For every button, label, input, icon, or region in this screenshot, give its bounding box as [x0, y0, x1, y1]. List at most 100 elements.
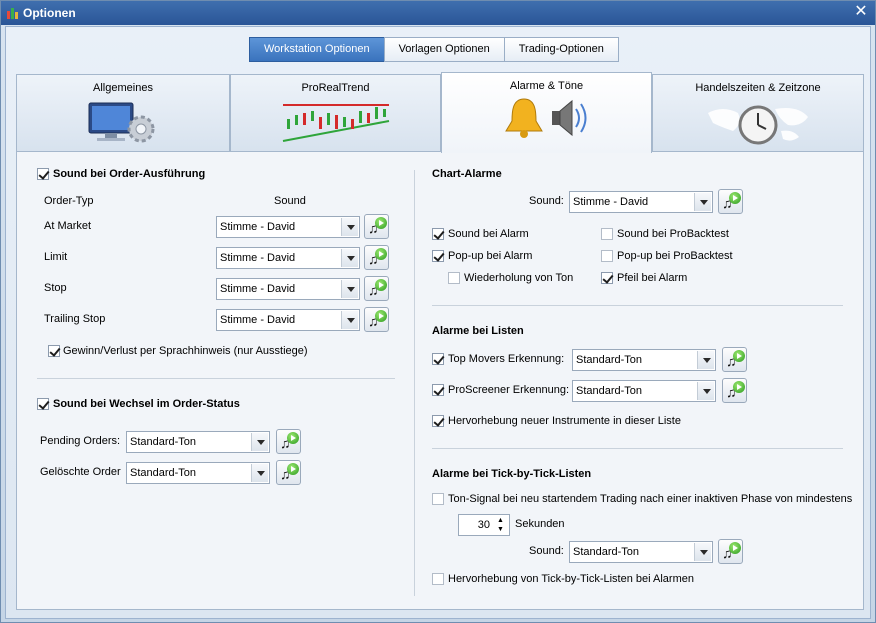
- divider: [432, 448, 843, 449]
- category-tabs: Allgemeines ProRealTrend Alarme & Töne H…: [16, 72, 864, 153]
- select-value: Stimme - David: [220, 314, 296, 326]
- tick-signal-checkbox[interactable]: [432, 493, 444, 505]
- title-bar: Optionen ✕: [1, 1, 875, 25]
- bell-speaker-icon: [504, 98, 586, 138]
- proscreener-label: ProScreener Erkennung:: [448, 384, 570, 396]
- play-sound-button[interactable]: ♫: [722, 378, 747, 403]
- seconds-label: Sekunden: [515, 518, 565, 530]
- stepper-down-icon[interactable]: ▼: [493, 525, 508, 534]
- tab-alarms-label: Alarme & Töne: [509, 80, 584, 92]
- select-value: Standard-Ton: [576, 354, 643, 366]
- sound-on-backtest-checkbox[interactable]: [601, 228, 613, 240]
- column-divider: [414, 170, 415, 596]
- chevron-down-icon: [694, 193, 711, 211]
- highlight-new-instruments-checkbox[interactable]: [432, 415, 444, 427]
- proscreener-sound-select[interactable]: Standard-Ton: [572, 380, 716, 402]
- top-movers-checkbox[interactable]: [432, 353, 444, 365]
- play-icon: [287, 463, 299, 475]
- chevron-down-icon: [341, 311, 358, 329]
- play-icon: [733, 381, 745, 393]
- chevron-down-icon: [697, 351, 714, 369]
- trend-chart-icon: [282, 104, 389, 142]
- chevron-down-icon: [341, 280, 358, 298]
- select-value: Stimme - David: [220, 283, 296, 295]
- tab-general[interactable]: Allgemeines: [16, 74, 230, 152]
- gain-loss-voice-checkbox[interactable]: [48, 345, 60, 357]
- tab-prorealtrend-label: ProRealTrend: [301, 82, 370, 94]
- top-movers-sound-select[interactable]: Standard-Ton: [572, 349, 716, 371]
- stop-sound-select[interactable]: Stimme - David: [216, 278, 360, 300]
- tab-general-label: Allgemeines: [93, 82, 153, 94]
- play-sound-button[interactable]: ♫: [722, 347, 747, 372]
- highlight-tick-lists-label: Hervorhebung von Tick-by-Tick-Listen bei…: [448, 573, 694, 585]
- arrow-on-alarm-label: Pfeil bei Alarm: [617, 272, 688, 284]
- seconds-stepper[interactable]: 30 ▲ ▼: [458, 514, 510, 536]
- tick-sound-select[interactable]: Standard-Ton: [569, 541, 713, 563]
- limit-label: Limit: [44, 251, 68, 263]
- at-market-label: At Market: [44, 220, 92, 232]
- window-title: Optionen: [23, 6, 76, 20]
- repeat-sound-label: Wiederholung von Ton: [464, 272, 574, 284]
- play-sound-button[interactable]: ♫: [718, 539, 743, 564]
- stepper-up-icon[interactable]: ▲: [493, 516, 508, 525]
- tick-sound-label: Sound:: [529, 545, 564, 557]
- popup-on-alarm-checkbox[interactable]: [432, 250, 444, 262]
- tab-trading-options[interactable]: Trading-Optionen: [503, 37, 619, 62]
- tab-workstation-options[interactable]: Workstation Optionen: [249, 37, 385, 62]
- limit-sound-select[interactable]: Stimme - David: [216, 247, 360, 269]
- repeat-sound-checkbox[interactable]: [448, 272, 460, 284]
- select-value: Stimme - David: [220, 221, 296, 233]
- chevron-down-icon: [251, 433, 268, 451]
- tab-prorealtrend[interactable]: ProRealTrend: [230, 74, 441, 152]
- popup-on-backtest-checkbox[interactable]: [601, 250, 613, 262]
- play-sound-button[interactable]: ♫: [276, 460, 301, 485]
- alarms-panel: Sound bei Order-Ausführung Order-Typ Sou…: [16, 151, 864, 610]
- play-sound-button[interactable]: ♫: [364, 245, 389, 270]
- order-type-column-header: Order-Typ: [44, 195, 94, 207]
- play-sound-button[interactable]: ♫: [364, 214, 389, 239]
- order-exec-sound-checkbox[interactable]: [37, 168, 49, 180]
- tab-trading-hours[interactable]: Handelszeiten & Zeitzone: [652, 74, 864, 152]
- play-sound-button[interactable]: ♫: [364, 307, 389, 332]
- play-icon: [375, 279, 387, 291]
- deleted-order-label: Gelöschte Order: [40, 466, 121, 478]
- arrow-on-alarm-checkbox[interactable]: [601, 272, 613, 284]
- select-value: Standard-Ton: [130, 467, 197, 479]
- proscreener-checkbox[interactable]: [432, 384, 444, 396]
- select-value: Stimme - David: [573, 196, 649, 208]
- trailing-stop-label: Trailing Stop: [44, 313, 106, 325]
- play-sound-button[interactable]: ♫: [718, 189, 743, 214]
- select-value: Standard-Ton: [573, 546, 640, 558]
- close-icon[interactable]: ✕: [853, 4, 869, 20]
- stop-label: Stop: [44, 282, 67, 294]
- tab-template-options[interactable]: Vorlagen Optionen: [383, 37, 505, 62]
- options-window: Optionen ✕ Workstation Optionen Vorlagen…: [0, 0, 876, 623]
- tick-signal-label: Ton-Signal bei neu startendem Trading na…: [448, 493, 853, 505]
- highlight-new-instruments-label: Hervorhebung neuer Instrumente in dieser…: [448, 415, 681, 427]
- pending-orders-sound-select[interactable]: Standard-Ton: [126, 431, 270, 453]
- select-value: Standard-Ton: [130, 436, 197, 448]
- tick-alarms-heading: Alarme bei Tick-by-Tick-Listen: [432, 468, 592, 480]
- play-icon: [287, 432, 299, 444]
- trailing-stop-sound-select[interactable]: Stimme - David: [216, 309, 360, 331]
- divider: [37, 378, 395, 379]
- monitor-gear-icon: [88, 102, 155, 143]
- sound-on-alarm-checkbox[interactable]: [432, 228, 444, 240]
- at-market-sound-select[interactable]: Stimme - David: [216, 216, 360, 238]
- play-sound-button[interactable]: ♫: [276, 429, 301, 454]
- popup-on-alarm-label: Pop-up bei Alarm: [448, 250, 533, 262]
- play-icon: [729, 542, 741, 554]
- order-exec-heading: Sound bei Order-Ausführung: [53, 168, 206, 180]
- divider: [432, 305, 843, 306]
- play-sound-button[interactable]: ♫: [364, 276, 389, 301]
- gain-loss-voice-label: Gewinn/Verlust per Sprachhinweis (nur Au…: [63, 345, 308, 357]
- play-icon: [375, 217, 387, 229]
- chart-alarms-heading: Chart-Alarme: [432, 168, 502, 180]
- popup-on-backtest-label: Pop-up bei ProBacktest: [617, 250, 733, 262]
- tab-alarms-sounds[interactable]: Alarme & Töne: [441, 72, 652, 153]
- order-status-sound-checkbox[interactable]: [37, 398, 49, 410]
- select-value: Stimme - David: [220, 252, 296, 264]
- chart-alarm-sound-select[interactable]: Stimme - David: [569, 191, 713, 213]
- highlight-tick-lists-checkbox[interactable]: [432, 573, 444, 585]
- deleted-order-sound-select[interactable]: Standard-Ton: [126, 462, 270, 484]
